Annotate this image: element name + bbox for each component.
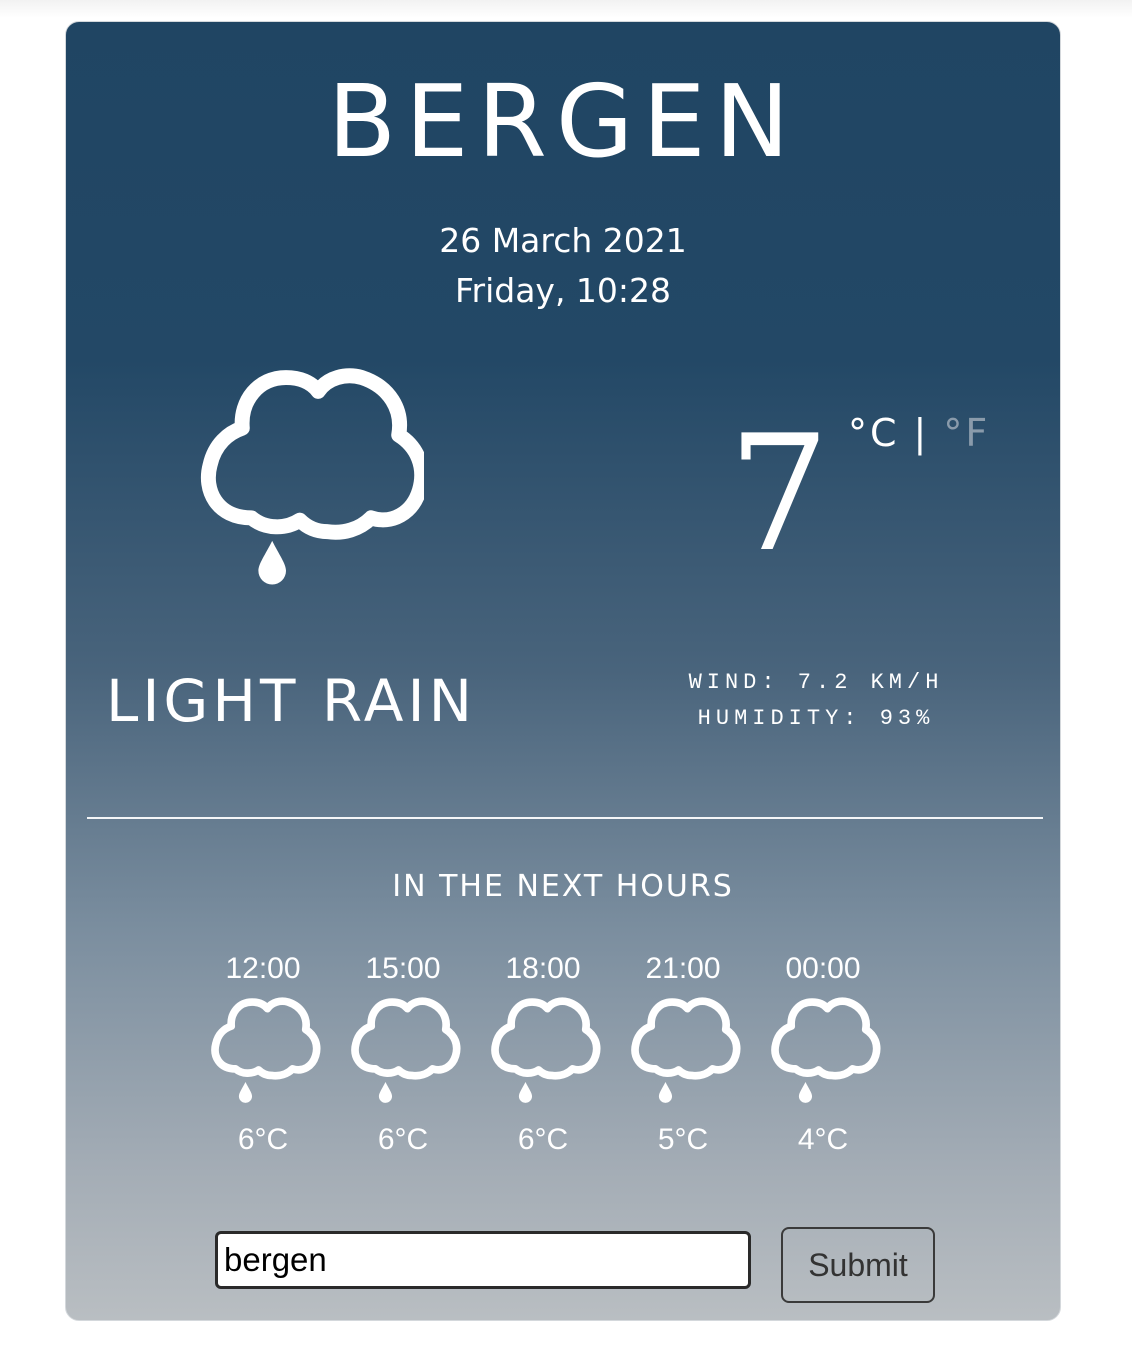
top-edge-shadow: [0, 0, 1132, 18]
light-rain-icon: [351, 997, 461, 1103]
forecast-temp: 5°C: [657, 1123, 709, 1156]
forecast-time: 15:00: [365, 952, 441, 985]
city-search-input[interactable]: [215, 1231, 751, 1289]
light-rain-icon: [771, 997, 881, 1103]
light-rain-icon: [491, 997, 601, 1103]
hourly-forecast: 12:00 6°C 15:00 6°C 18:00 6°C 21:00 5°C …: [193, 952, 893, 1172]
fahrenheit-link[interactable]: °F: [943, 411, 990, 455]
forecast-temp: 6°C: [237, 1123, 289, 1156]
forecast-item: 15:00 6°C: [333, 952, 473, 1158]
forecast-item: 18:00 6°C: [473, 952, 613, 1158]
light-rain-icon: [631, 997, 741, 1103]
forecast-item: 12:00 6°C: [193, 952, 333, 1158]
forecast-time: 21:00: [645, 952, 721, 985]
forecast-time: 12:00: [225, 952, 301, 985]
celsius-link[interactable]: °C: [848, 411, 900, 455]
wind-speed: WIND: 7.2 KM/H: [688, 670, 944, 695]
forecast-temp: 4°C: [797, 1123, 849, 1156]
current-day-time: Friday, 10:28: [454, 271, 672, 310]
unit-separator: |: [913, 411, 930, 455]
forecast-time: 00:00: [785, 952, 861, 985]
weather-details: WIND: 7.2 KM/H HUMIDITY: 93%: [666, 665, 966, 737]
weather-card: BERGEN 26 March 2021 Friday, 10:28 7 °C |…: [65, 21, 1061, 1321]
current-date: 26 March 2021: [439, 221, 687, 260]
current-temperature: 7: [728, 400, 830, 587]
weather-condition: LIGHT RAIN: [106, 667, 476, 735]
forecast-time: 18:00: [505, 952, 581, 985]
forecast-title: IN THE NEXT HOURS: [392, 869, 734, 904]
light-rain-icon: [211, 997, 321, 1103]
unit-toggle: °C | °F: [848, 410, 990, 456]
forecast-temp: 6°C: [377, 1123, 429, 1156]
humidity: HUMIDITY: 93%: [697, 706, 935, 731]
submit-button[interactable]: Submit: [781, 1227, 935, 1303]
city-name: BERGEN: [327, 63, 799, 180]
forecast-item: 21:00 5°C: [613, 952, 753, 1158]
light-rain-icon: [200, 368, 424, 585]
forecast-item: 00:00 4°C: [753, 952, 893, 1158]
forecast-temp: 6°C: [517, 1123, 569, 1156]
section-divider: [87, 817, 1043, 819]
